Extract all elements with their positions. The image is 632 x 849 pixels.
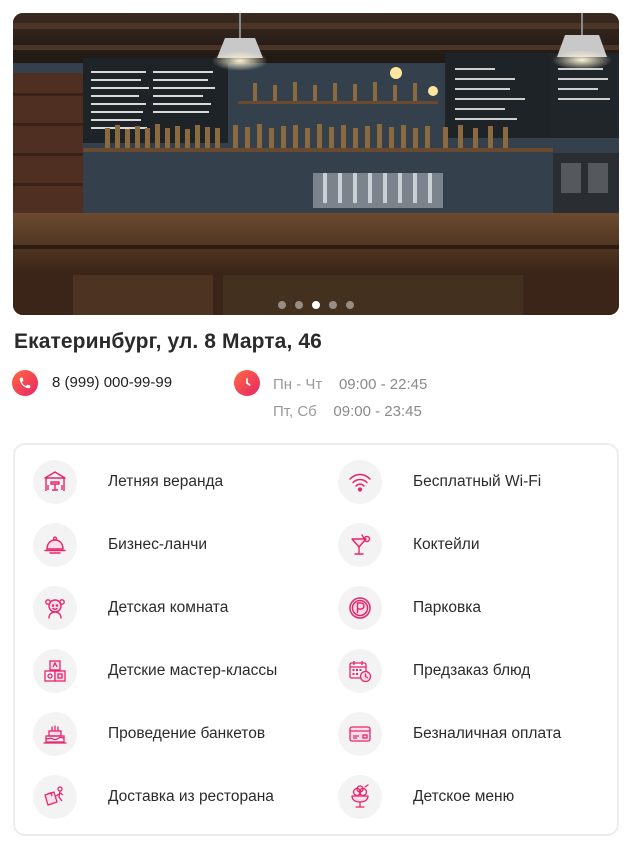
clock-icon <box>234 370 260 396</box>
feature-label: Детское меню <box>413 788 515 805</box>
feature-label: Коктейли <box>413 536 480 553</box>
feature-label: Предзаказ блюд <box>413 662 531 679</box>
feature-label: Бесплатный Wi-Fi <box>413 473 542 490</box>
feature-item: Детская комната <box>33 586 228 630</box>
hours-days: Пт, Сб <box>273 403 317 420</box>
feature-label: Летняя веранда <box>108 473 224 490</box>
cocktail-icon <box>338 523 382 567</box>
phone-number[interactable]: 8 (999) 000-99-99 <box>52 374 172 391</box>
hours-time: 09:00 - 22:45 <box>338 376 428 393</box>
feature-item: Предзаказ блюд <box>338 649 530 693</box>
hours-days: Пн - Чт <box>273 376 323 393</box>
credit-card-icon <box>338 712 382 756</box>
feature-item: Безналичная оплата <box>338 712 561 756</box>
cloche-icon <box>33 523 77 567</box>
feature-item: Детское меню <box>338 775 514 819</box>
phone-icon <box>12 370 38 396</box>
carousel-dot[interactable] <box>329 301 337 309</box>
feature-label: Проведение банкетов <box>108 725 266 742</box>
feature-item: Парковка <box>338 586 481 630</box>
toy-blocks-icon <box>33 649 77 693</box>
hours-row-weekdays: Пн - Чт 09:00 - 22:45 <box>273 376 427 393</box>
carousel-dot[interactable] <box>295 301 303 309</box>
restaurant-photo-carousel[interactable] <box>13 13 619 315</box>
carousel-dot[interactable] <box>278 301 286 309</box>
feature-item: Бизнес-ланчи <box>33 523 207 567</box>
restaurant-address: Екатеринбург, ул. 8 Марта, 46 <box>14 330 322 353</box>
feature-item: Летняя веранда <box>33 460 223 504</box>
feature-label: Детская комната <box>108 599 229 616</box>
carousel-dot[interactable] <box>346 301 354 309</box>
parking-icon <box>338 586 382 630</box>
carousel-dot-active[interactable] <box>312 301 320 309</box>
feature-item: Доставка из ресторана <box>33 775 274 819</box>
bar-photo <box>13 13 619 315</box>
wifi-icon <box>338 460 382 504</box>
hours-time: 09:00 - 23:45 <box>333 403 422 420</box>
hours-row-weekend: Пт, Сб 09:00 - 23:45 <box>273 403 422 420</box>
feature-label: Парковка <box>413 599 481 616</box>
feature-item: Бесплатный Wi-Fi <box>338 460 541 504</box>
features-panel: Летняя веранда Бесплатный Wi-Fi Бизнес-л… <box>13 443 619 836</box>
child-icon <box>33 586 77 630</box>
veranda-icon <box>33 460 77 504</box>
feature-label: Доставка из ресторана <box>108 788 274 805</box>
ice-cream-icon <box>338 775 382 819</box>
feature-label: Бизнес-ланчи <box>108 536 207 553</box>
restaurant-card: Екатеринбург, ул. 8 Марта, 46 8 (999) 00… <box>0 0 632 849</box>
feature-label: Безналичная оплата <box>413 725 562 742</box>
feature-item: Проведение банкетов <box>33 712 265 756</box>
calendar-clock-icon <box>338 649 382 693</box>
feature-item: Коктейли <box>338 523 480 567</box>
carousel-dots <box>13 301 619 309</box>
feature-item: Детские мастер-классы <box>33 649 277 693</box>
cake-icon <box>33 712 77 756</box>
delivery-icon <box>33 775 77 819</box>
feature-label: Детские мастер-классы <box>108 662 278 679</box>
